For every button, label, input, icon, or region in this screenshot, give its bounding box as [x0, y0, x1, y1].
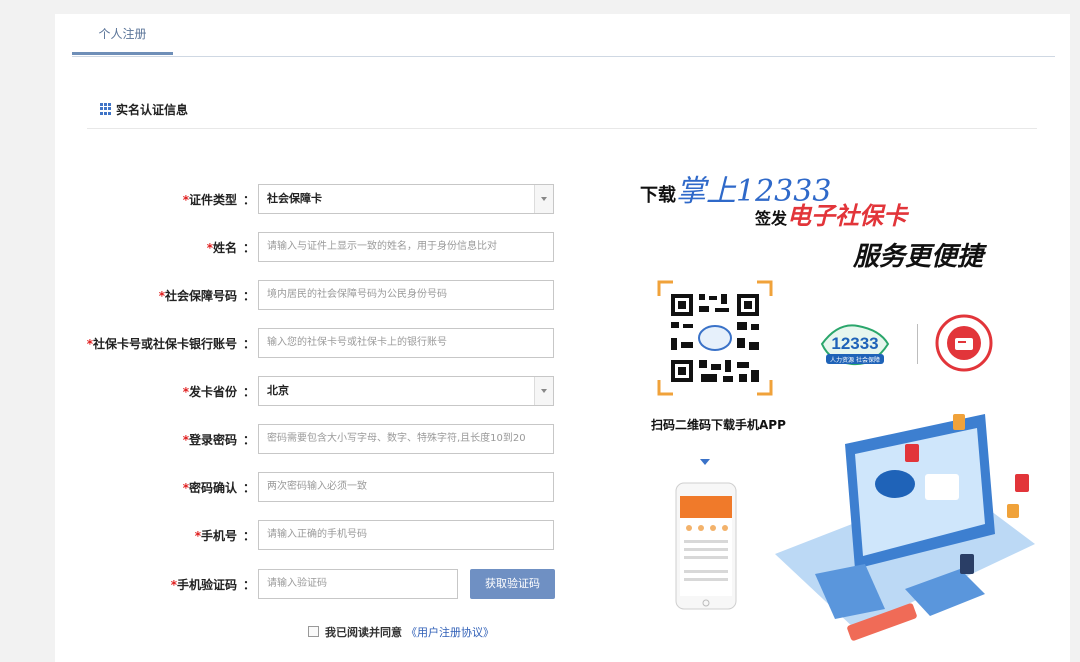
- logo-caption: 人力资源 社会保障: [830, 356, 880, 364]
- confirm-password-input[interactable]: 两次密码输入必须一致: [258, 472, 554, 502]
- form-row-password: *登录密码： 密码需要包含大小写字母、数字、特殊字符,且长度10到20: [55, 424, 575, 454]
- name-input[interactable]: 请输入与证件上显示一致的姓名，用于身份信息比对: [258, 232, 554, 262]
- tab-personal-registration[interactable]: 个人注册: [72, 14, 173, 55]
- laptop-illustration: [775, 414, 1035, 641]
- tab-bar: 个人注册: [72, 14, 1055, 57]
- agreement: 我已阅读并同意 《用户注册协议》: [308, 624, 494, 640]
- logo-number: 12333: [831, 334, 878, 353]
- agreement-text: 我已阅读并同意: [325, 626, 402, 639]
- field-label: *证件类型：: [182, 193, 255, 207]
- password-input[interactable]: 密码需要包含大小写字母、数字、特殊字符,且长度10到20: [258, 424, 554, 454]
- social-security-card-logo: [935, 314, 993, 372]
- field-label: *密码确认：: [182, 481, 255, 495]
- field-label: *发卡省份：: [182, 385, 255, 399]
- field-label: *姓名：: [206, 241, 255, 255]
- field-label: *手机验证码：: [170, 578, 255, 592]
- agreement-checkbox[interactable]: [308, 626, 319, 637]
- chevron-down-icon[interactable]: [534, 377, 553, 405]
- province-value: 北京: [267, 384, 289, 397]
- promo-product: 电子社保卡: [787, 201, 908, 230]
- 12333-logo: 12333 人力资源 社会保障: [820, 324, 890, 366]
- logo-divider: [917, 324, 918, 364]
- promo-line-2: 签发电子社保卡: [755, 201, 908, 230]
- agreement-link[interactable]: 《用户注册协议》: [406, 626, 494, 639]
- form-row-name: *姓名： 请输入与证件上显示一致的姓名，用于身份信息比对: [55, 232, 575, 262]
- phone-illustration: [675, 482, 737, 610]
- form-row-card-number: *社保卡号或社保卡银行账号： 输入您的社保卡号或社保卡上的银行账号: [55, 328, 575, 358]
- form-row-social-security-number: *社会保障号码： 境内居民的社会保障号码为公民身份号码: [55, 280, 575, 310]
- phone-input[interactable]: 请输入正确的手机号码: [258, 520, 554, 550]
- promo-line-3: 服务更便捷: [853, 242, 984, 272]
- form-row-confirm-password: *密码确认： 两次密码输入必须一致: [55, 472, 575, 502]
- section-title: 实名认证信息: [116, 103, 189, 117]
- form-row-province: *发卡省份： 北京: [55, 376, 575, 406]
- field-label: *社保卡号或社保卡银行账号：: [86, 337, 255, 351]
- down-arrow-icon: [700, 459, 710, 465]
- chevron-down-icon[interactable]: [534, 185, 553, 213]
- section-header: 实名认证信息: [87, 98, 1037, 129]
- form-row-verification-code: *手机验证码： 请输入验证码 获取验证码: [55, 569, 575, 599]
- card-number-input[interactable]: 输入您的社保卡号或社保卡上的银行账号: [258, 328, 554, 358]
- form-row-id-type: *证件类型： 社会保障卡: [55, 184, 575, 214]
- province-select[interactable]: 北京: [258, 376, 554, 406]
- grid-icon: [100, 103, 112, 115]
- field-label: *手机号：: [194, 529, 255, 543]
- id-type-select[interactable]: 社会保障卡: [258, 184, 554, 214]
- field-label: *登录密码：: [182, 433, 255, 447]
- qr-code: [657, 280, 773, 396]
- id-type-value: 社会保障卡: [267, 192, 322, 205]
- verification-code-input[interactable]: 请输入验证码: [258, 569, 458, 599]
- registration-panel: 个人注册 实名认证信息 *证件类型： 社会保障卡 *姓名： 请输入与证件上显示一…: [55, 14, 1070, 662]
- get-code-button[interactable]: 获取验证码: [470, 569, 555, 599]
- social-security-number-input[interactable]: 境内居民的社会保障号码为公民身份号码: [258, 280, 554, 310]
- field-label: *社会保障号码：: [158, 289, 255, 303]
- form-row-phone: *手机号： 请输入正确的手机号码: [55, 520, 575, 550]
